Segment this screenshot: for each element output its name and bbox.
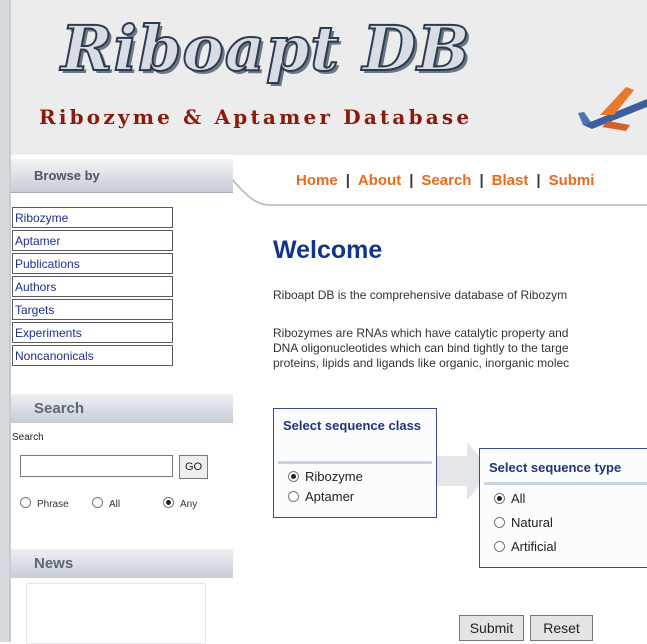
search-option-any[interactable]: Any — [163, 497, 197, 510]
go-button[interactable]: GO — [179, 455, 208, 479]
main-menu: Home | About | Search | Blast | Submi — [296, 172, 594, 189]
menu-separator: | — [536, 172, 541, 189]
radio-checked-icon[interactable] — [494, 493, 505, 504]
sequence-type-box: Select sequence type All Natural Artific… — [479, 448, 647, 568]
radio-icon[interactable] — [92, 497, 103, 508]
menu-home[interactable]: Home — [296, 172, 338, 189]
radio-icon[interactable] — [20, 497, 31, 508]
news-heading-bar: News — [11, 549, 233, 578]
class-option-label: Ribozyme — [305, 469, 363, 484]
type-option-label: All — [511, 491, 526, 506]
class-option-label: Aptamer — [305, 489, 355, 504]
logo-subtitle: Ribozyme & Aptamer Database — [39, 105, 473, 129]
search-option-label: All — [109, 499, 121, 510]
type-option-all[interactable]: All — [494, 491, 525, 506]
site-header: Riboapt DB Ribozyme & Aptamer Database — [11, 0, 647, 155]
browse-link-aptamer[interactable]: Aptamer — [12, 230, 173, 251]
search-label: Search — [12, 432, 44, 443]
type-option-natural[interactable]: Natural — [494, 515, 553, 530]
menu-separator: | — [345, 172, 350, 189]
sequence-type-title: Select sequence type — [489, 460, 622, 475]
browse-link-ribozyme[interactable]: Ribozyme — [12, 207, 173, 228]
menu-separator: | — [409, 172, 414, 189]
menu-blast[interactable]: Blast — [492, 172, 529, 189]
browse-link-authors[interactable]: Authors — [12, 276, 173, 297]
radio-checked-icon[interactable] — [288, 471, 299, 482]
submit-button[interactable]: Submit — [459, 615, 524, 641]
news-box — [26, 583, 206, 644]
sequence-class-title: Select sequence class — [283, 418, 422, 433]
type-option-label: Artificial — [511, 539, 557, 554]
airplane-icon — [578, 87, 647, 131]
search-option-phrase[interactable]: Phrase — [20, 497, 69, 510]
search-heading: Search — [34, 400, 85, 417]
menu-about[interactable]: About — [358, 172, 401, 189]
class-option-aptamer[interactable]: Aptamer — [288, 489, 354, 504]
window-edge — [0, 0, 9, 642]
search-input[interactable] — [20, 455, 173, 477]
browse-link-publications[interactable]: Publications — [12, 253, 173, 274]
page-title: Welcome — [273, 236, 383, 264]
type-option-artificial[interactable]: Artificial — [494, 539, 557, 554]
menu-submit[interactable]: Submi — [549, 172, 595, 189]
browse-link-targets[interactable]: Targets — [12, 299, 173, 320]
description-line: DNA oligonucleotides which can bind tigh… — [273, 341, 569, 355]
radio-checked-icon[interactable] — [163, 497, 174, 508]
search-option-label: Phrase — [37, 499, 69, 510]
search-heading-bar: Search — [11, 394, 233, 423]
radio-icon[interactable] — [494, 517, 505, 528]
browse-links: Ribozyme Aptamer Publications Authors Ta… — [12, 207, 173, 368]
sequence-class-box: Select sequence class Ribozyme Aptamer — [273, 408, 437, 518]
search-option-label: Any — [180, 499, 198, 510]
box-divider — [484, 482, 647, 485]
description-text: Ribozymes are RNAs which have catalytic … — [273, 326, 647, 371]
description-line: proteins, lipids and ligands like organi… — [273, 356, 570, 370]
description-line: Ribozymes are RNAs which have catalytic … — [273, 326, 569, 340]
news-heading: News — [34, 555, 74, 572]
radio-icon[interactable] — [288, 491, 299, 502]
intro-text: Riboapt DB is the comprehensive database… — [273, 288, 568, 302]
type-option-label: Natural — [511, 515, 553, 530]
menu-separator: | — [479, 172, 484, 189]
search-option-all[interactable]: All — [92, 497, 120, 510]
class-option-ribozyme[interactable]: Ribozyme — [288, 469, 363, 484]
browse-by-tab: Browse by — [11, 159, 233, 193]
logo-title: Riboapt DB — [60, 12, 471, 85]
browse-by-label: Browse by — [34, 168, 100, 183]
radio-icon[interactable] — [494, 541, 505, 552]
browse-link-experiments[interactable]: Experiments — [12, 322, 173, 343]
menu-search[interactable]: Search — [421, 172, 471, 189]
reset-button[interactable]: Reset — [530, 615, 593, 641]
browse-link-noncanonicals[interactable]: Noncanonicals — [12, 345, 173, 366]
box-divider — [278, 461, 432, 464]
